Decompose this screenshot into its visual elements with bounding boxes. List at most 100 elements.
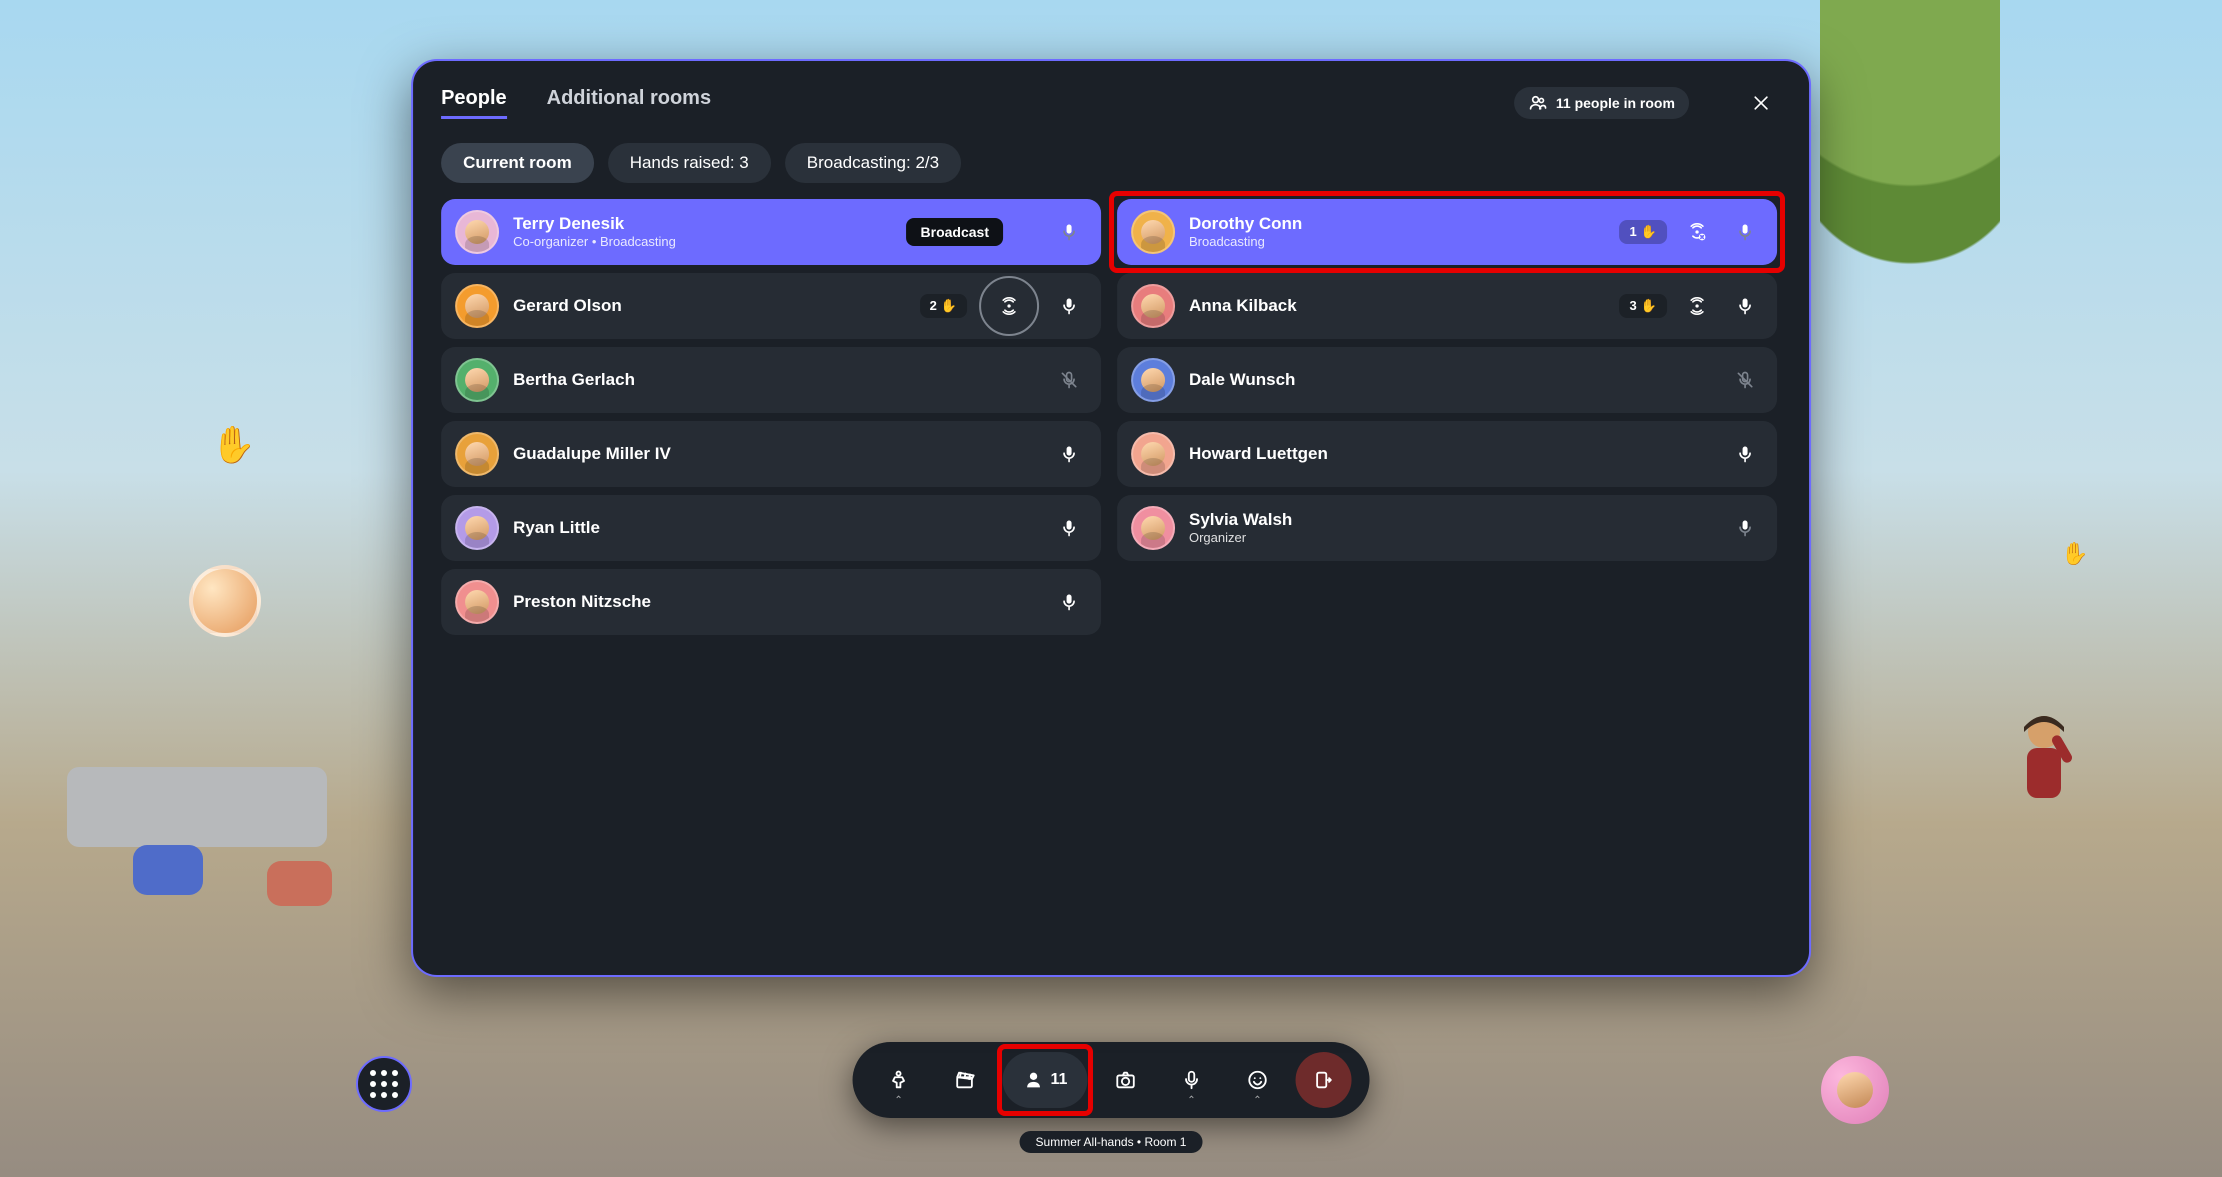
badge-group (1051, 584, 1087, 620)
toolbar-people-count: 11 (1051, 1071, 1068, 1089)
person-row[interactable]: Dorothy ConnBroadcasting 1✋ (1117, 199, 1777, 265)
person-row[interactable]: Preston Nitzsche (441, 569, 1101, 635)
person-name: Bertha Gerlach (513, 370, 1037, 390)
person-row[interactable]: Terry DenesikCo-organizer • Broadcasting… (441, 199, 1101, 265)
mic-indicator[interactable] (1051, 584, 1087, 620)
avatar (1131, 506, 1175, 550)
avatar (1131, 358, 1175, 402)
name-block: Gerard Olson (513, 296, 906, 316)
camera-icon (1114, 1069, 1136, 1091)
avatar (455, 210, 499, 254)
broadcast-button[interactable] (1679, 214, 1715, 250)
person-row[interactable]: Anna Kilback3✋ (1117, 273, 1777, 339)
chevron-up-icon: ⌃ (1253, 1095, 1261, 1106)
mic-indicator[interactable] (1727, 510, 1763, 546)
name-block: Howard Luettgen (1189, 444, 1713, 464)
person-subtitle: Broadcasting (1189, 234, 1606, 249)
broadcast-button[interactable] (979, 276, 1039, 336)
leave-button[interactable] (1295, 1052, 1351, 1108)
name-block: Anna Kilback (1189, 296, 1606, 316)
hand-raise-button[interactable]: ⌃ (871, 1052, 927, 1108)
badge-group (1051, 510, 1087, 546)
avatar (455, 580, 499, 624)
people-count-text: 11 people in room (1556, 95, 1675, 111)
hand-raised-badge: 2✋ (920, 294, 967, 318)
mic-indicator[interactable] (1727, 436, 1763, 472)
filter-row: Current room Hands raised: 3 Broadcasting:… (441, 143, 1781, 183)
grid-icon (370, 1070, 398, 1098)
panel-header: People Additional rooms 11 people in room (441, 83, 1781, 123)
name-block: Bertha Gerlach (513, 370, 1037, 390)
name-block: Preston Nitzsche (513, 592, 1037, 612)
raised-hand-icon: ✋ (211, 424, 256, 466)
room-label: Summer All-hands • Room 1 (1020, 1131, 1203, 1153)
badge-group (1727, 436, 1763, 472)
badge-group (1051, 214, 1087, 250)
mic-button[interactable]: ⌃ (1163, 1052, 1219, 1108)
name-block: Sylvia WalshOrganizer (1189, 510, 1713, 545)
person-row[interactable]: Sylvia WalshOrganizer (1117, 495, 1777, 561)
couch-prop (67, 767, 327, 847)
people-toolbar-button[interactable]: 11 (1003, 1052, 1088, 1108)
raised-hand-icon: ✋ (2061, 541, 2088, 567)
clapper-button[interactable] (937, 1052, 993, 1108)
mic-icon (1180, 1069, 1202, 1091)
hand-icon (888, 1069, 910, 1091)
tree-prop (1820, 0, 2000, 289)
close-button[interactable] (1741, 83, 1781, 123)
camera-button[interactable] (1097, 1052, 1153, 1108)
person-name: Terry Denesik (513, 214, 1037, 234)
badge-group: 2✋ (920, 276, 1087, 336)
menu-button[interactable] (356, 1056, 412, 1112)
person-name: Dale Wunsch (1189, 370, 1713, 390)
person-subtitle: Organizer (1189, 530, 1713, 545)
mic-indicator[interactable] (1051, 362, 1087, 398)
person-row[interactable]: Guadalupe Miller IV (441, 421, 1101, 487)
broadcast-button[interactable] (1679, 288, 1715, 324)
filter-current-room[interactable]: Current room (441, 143, 594, 183)
mic-indicator[interactable] (1051, 436, 1087, 472)
person-name: Sylvia Walsh (1189, 510, 1713, 530)
person-row[interactable]: Gerard Olson 2✋ (441, 273, 1101, 339)
self-avatar[interactable] (1821, 1056, 1889, 1124)
mic-indicator[interactable] (1727, 214, 1763, 250)
badge-group (1727, 362, 1763, 398)
person-name: Guadalupe Miller IV (513, 444, 1037, 464)
mic-indicator[interactable] (1051, 214, 1087, 250)
tab-people[interactable]: People (441, 87, 507, 119)
mic-indicator[interactable] (1727, 362, 1763, 398)
tab-bar: People Additional rooms (441, 87, 711, 119)
person-row[interactable]: Dale Wunsch (1117, 347, 1777, 413)
people-panel: People Additional rooms 11 people in room… (411, 59, 1811, 977)
avatar (455, 284, 499, 328)
chevron-up-icon: ⌃ (894, 1095, 902, 1106)
badge-group: 1✋ (1620, 214, 1763, 250)
people-icon (1528, 93, 1548, 113)
person-name: Gerard Olson (513, 296, 906, 316)
person-name: Ryan Little (513, 518, 1037, 538)
smile-icon (1246, 1069, 1268, 1091)
person-row[interactable]: Howard Luettgen (1117, 421, 1777, 487)
hand-raised-badge: 1✋ (1620, 220, 1667, 244)
pillow-prop (267, 861, 332, 906)
mic-indicator[interactable] (1051, 510, 1087, 546)
badge-group (1727, 510, 1763, 546)
person-icon (1023, 1069, 1045, 1091)
mic-indicator[interactable] (1051, 288, 1087, 324)
filter-broadcasting[interactable]: Broadcasting: 2/3 (785, 143, 961, 183)
avatar (455, 432, 499, 476)
world-avatar-bubble (189, 565, 261, 637)
mic-indicator[interactable] (1727, 288, 1763, 324)
person-name: Dorothy Conn (1189, 214, 1606, 234)
close-icon (1751, 93, 1771, 113)
avatar (1131, 432, 1175, 476)
badge-group (1051, 362, 1087, 398)
person-row[interactable]: Bertha Gerlach (441, 347, 1101, 413)
people-count-pill[interactable]: 11 people in room (1514, 87, 1689, 119)
emoji-button[interactable]: ⌃ (1229, 1052, 1285, 1108)
tab-rooms[interactable]: Additional rooms (547, 87, 711, 119)
clapperboard-icon (954, 1069, 976, 1091)
avatar (455, 506, 499, 550)
person-row[interactable]: Ryan Little (441, 495, 1101, 561)
filter-hands-raised[interactable]: Hands raised: 3 (608, 143, 771, 183)
